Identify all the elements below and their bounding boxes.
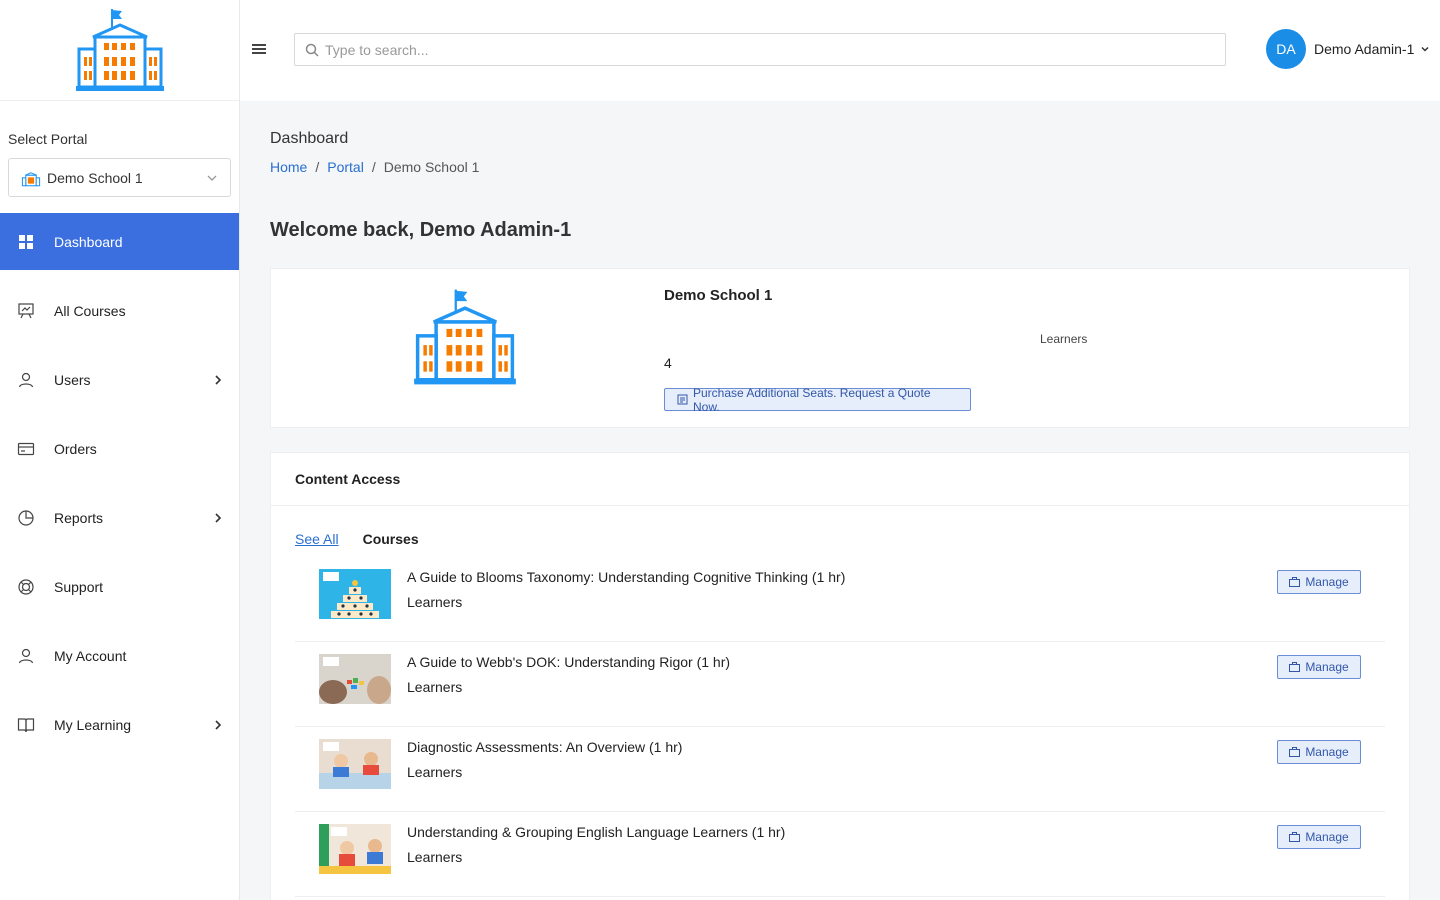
breadcrumb-separator: / bbox=[315, 159, 320, 175]
school-name: Demo School 1 bbox=[664, 287, 773, 304]
manage-button[interactable]: Manage bbox=[1277, 825, 1361, 849]
briefcase-icon bbox=[1289, 747, 1301, 757]
search-input[interactable]: Type to search... bbox=[294, 33, 1226, 66]
school-logo bbox=[413, 287, 517, 390]
course-subtitle: Learners bbox=[407, 849, 463, 865]
content-tabs: See All Courses bbox=[295, 531, 419, 547]
content-access-card: Content Access See All Courses A Guide t… bbox=[270, 452, 1410, 900]
sidebar-item-my-account[interactable]: My Account bbox=[0, 627, 239, 684]
course-thumbnail bbox=[319, 824, 391, 874]
sidebar-item-reports[interactable]: Reports bbox=[0, 489, 239, 546]
reports-icon bbox=[17, 509, 35, 527]
course-list: A Guide to Blooms Taxonomy: Understandin… bbox=[295, 557, 1385, 897]
support-icon bbox=[17, 578, 35, 596]
course-title[interactable]: Diagnostic Assessments: An Overview (1 h… bbox=[407, 739, 682, 755]
content-access-heading: Content Access bbox=[271, 453, 1409, 506]
orders-icon bbox=[17, 440, 35, 458]
page-title: Dashboard bbox=[270, 130, 349, 147]
avatar[interactable]: DA bbox=[1266, 29, 1306, 69]
user-menu[interactable]: DA Demo Adamin-1 bbox=[1266, 29, 1430, 69]
school-building-icon bbox=[75, 9, 164, 91]
sidebar-item-label: My Account bbox=[54, 647, 127, 664]
school-card: Demo School 1 Learners 4 Purchase Additi… bbox=[270, 268, 1410, 428]
list-item: A Guide to Blooms Taxonomy: Understandin… bbox=[295, 557, 1385, 642]
list-item: Diagnostic Assessments: An Overview (1 h… bbox=[295, 727, 1385, 812]
sidebar-item-dashboard[interactable]: Dashboard bbox=[0, 213, 239, 270]
breadcrumb-current: Demo School 1 bbox=[383, 159, 480, 175]
briefcase-icon bbox=[1289, 577, 1301, 587]
course-thumbnail bbox=[319, 654, 391, 704]
user-icon bbox=[17, 371, 35, 389]
quote-icon bbox=[677, 394, 688, 405]
course-thumbnail bbox=[319, 569, 391, 619]
briefcase-icon bbox=[1289, 832, 1301, 842]
manage-label: Manage bbox=[1305, 830, 1349, 844]
brand-logo[interactable] bbox=[0, 0, 239, 101]
chevron-down-icon[interactable] bbox=[1420, 44, 1430, 54]
course-subtitle: Learners bbox=[407, 594, 463, 610]
portal-select-value: Demo School 1 bbox=[47, 169, 143, 186]
dashboard-icon bbox=[17, 233, 35, 251]
sidebar-item-my-learning[interactable]: My Learning bbox=[0, 696, 239, 753]
course-title[interactable]: A Guide to Webb's DOK: Understanding Rig… bbox=[407, 654, 730, 670]
chevron-right-icon bbox=[213, 719, 223, 730]
sidebar-item-label: Dashboard bbox=[54, 233, 123, 250]
search-placeholder: Type to search... bbox=[325, 41, 429, 58]
sidebar-item-users[interactable]: Users bbox=[0, 351, 239, 408]
manage-button[interactable]: Manage bbox=[1277, 655, 1361, 679]
manage-label: Manage bbox=[1305, 660, 1349, 674]
courses-icon bbox=[17, 302, 35, 320]
search-icon bbox=[305, 43, 319, 57]
sidebar-item-label: My Learning bbox=[54, 716, 132, 733]
sidebar-item-label: Users bbox=[54, 371, 91, 388]
learners-count: 4 bbox=[664, 355, 672, 371]
select-portal-label: Select Portal bbox=[8, 131, 88, 147]
chevron-right-icon bbox=[213, 374, 223, 385]
menu-toggle-icon[interactable] bbox=[251, 41, 267, 60]
book-icon bbox=[17, 716, 35, 734]
course-subtitle: Learners bbox=[407, 679, 463, 695]
course-title[interactable]: Understanding & Grouping English Languag… bbox=[407, 824, 785, 840]
school-building-icon bbox=[414, 289, 516, 385]
breadcrumb: Home / Portal / Demo School 1 bbox=[270, 159, 479, 175]
sidebar: Select Portal Demo School 1 Dashboard Al… bbox=[0, 0, 240, 900]
welcome-heading: Welcome back, Demo Adamin-1 bbox=[270, 219, 572, 241]
briefcase-icon bbox=[1289, 662, 1301, 672]
chevron-down-icon bbox=[206, 172, 218, 184]
sidebar-item-label: Orders bbox=[54, 440, 97, 457]
request-quote-button[interactable]: Purchase Additional Seats. Request a Quo… bbox=[664, 385, 971, 414]
sidebar-item-label: Reports bbox=[54, 509, 104, 526]
sidebar-item-support[interactable]: Support bbox=[0, 558, 239, 615]
manage-label: Manage bbox=[1305, 575, 1349, 589]
manage-button[interactable]: Manage bbox=[1277, 570, 1361, 594]
breadcrumb-portal[interactable]: Portal bbox=[327, 159, 364, 175]
learners-label: Learners bbox=[1040, 332, 1088, 346]
sidebar-item-orders[interactable]: Orders bbox=[0, 420, 239, 477]
list-item: A Guide to Webb's DOK: Understanding Rig… bbox=[295, 642, 1385, 727]
course-subtitle: Learners bbox=[407, 764, 463, 780]
request-quote-label: Purchase Additional Seats. Request a Quo… bbox=[693, 385, 931, 414]
sidebar-nav: Dashboard All Courses Users Orders Repor… bbox=[0, 213, 239, 765]
course-thumbnail bbox=[319, 739, 391, 789]
see-all-link[interactable]: See All bbox=[295, 531, 339, 547]
manage-label: Manage bbox=[1305, 745, 1349, 759]
school-building-icon bbox=[21, 169, 41, 187]
top-bar: Type to search... DA Demo Adamin-1 bbox=[240, 0, 1440, 101]
breadcrumb-home[interactable]: Home bbox=[270, 159, 307, 175]
chevron-right-icon bbox=[213, 512, 223, 523]
user-name[interactable]: Demo Adamin-1 bbox=[1314, 41, 1414, 57]
course-title[interactable]: A Guide to Blooms Taxonomy: Understandin… bbox=[407, 569, 845, 585]
list-item: Understanding & Grouping English Languag… bbox=[295, 812, 1385, 897]
sidebar-item-label: Support bbox=[54, 578, 104, 595]
breadcrumb-separator: / bbox=[371, 159, 376, 175]
sidebar-item-label: All Courses bbox=[54, 302, 126, 319]
account-icon bbox=[17, 647, 35, 665]
sidebar-item-all-courses[interactable]: All Courses bbox=[0, 282, 239, 339]
tab-courses[interactable]: Courses bbox=[363, 531, 419, 547]
portal-select[interactable]: Demo School 1 bbox=[8, 158, 231, 197]
manage-button[interactable]: Manage bbox=[1277, 740, 1361, 764]
